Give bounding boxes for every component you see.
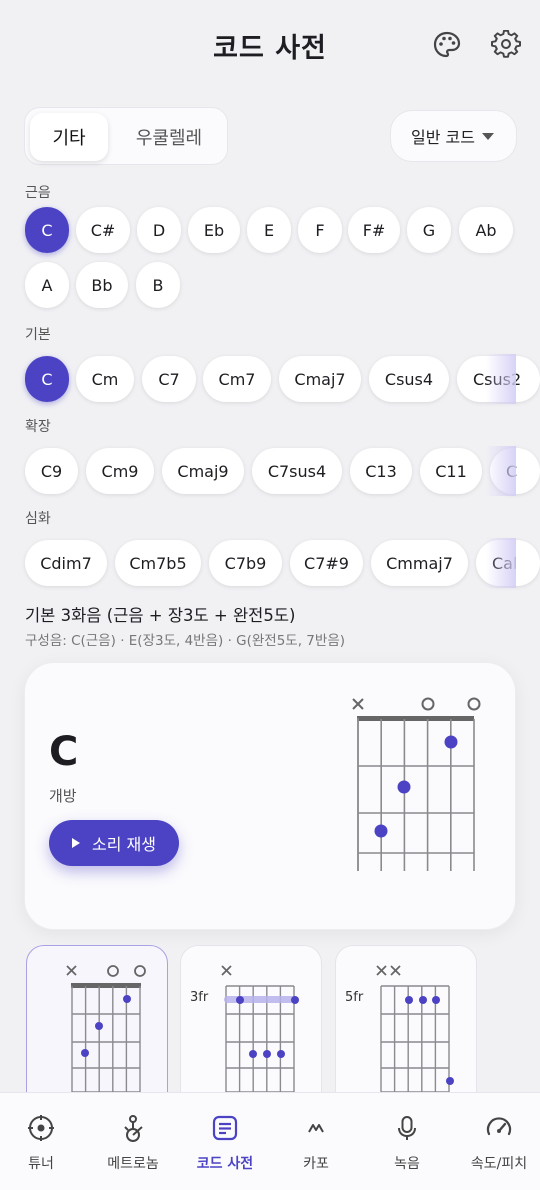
chord-chip[interactable]: C7sus4 <box>252 448 342 494</box>
play-label: 소리 재생 <box>92 835 156 854</box>
chord-chip[interactable]: Cm7b5 <box>115 540 201 586</box>
header: 코드 사전 <box>0 0 540 90</box>
chord-description: 기본 3화음 (근음 + 장3도 + 완전5도) <box>25 606 296 625</box>
chord-card: C 개방 소리 재생 <box>24 662 516 930</box>
nav-label: 메트로놈 <box>107 1156 159 1172</box>
root-label: 근음 <box>25 185 51 201</box>
chord-chip[interactable]: Cm9 <box>86 448 154 494</box>
voicing-card[interactable] <box>26 945 168 1116</box>
chord-chip[interactable]: Cm <box>76 356 134 402</box>
play-icon <box>72 838 81 848</box>
palette-icon[interactable] <box>432 30 462 60</box>
chevron-down-icon <box>482 133 494 140</box>
chord-name: C <box>49 729 79 775</box>
voicing-diagram <box>221 965 299 1116</box>
chord-chip[interactable]: C7#9 <box>290 540 363 586</box>
capo-icon <box>301 1113 331 1143</box>
tuner-icon <box>26 1113 56 1143</box>
chord-chip[interactable]: C7b9 <box>209 540 282 586</box>
chord-chip[interactable]: Cmmaj7 <box>371 540 468 586</box>
chord-position: 개방 <box>49 787 77 805</box>
bottom-nav: 튜너 메트로놈 코드 사전 카포 녹음 속도/피치 <box>0 1092 540 1190</box>
nav-label: 카포 <box>303 1156 329 1172</box>
nav-label: 속도/피치 <box>470 1156 528 1172</box>
nav-label: 코드 사전 <box>196 1156 254 1172</box>
chord-diagram <box>352 697 481 871</box>
scroll-fade <box>486 446 516 496</box>
voicing-diagram <box>376 965 454 1116</box>
extended-label: 확장 <box>25 419 51 435</box>
nav-label: 녹음 <box>394 1156 420 1172</box>
speedometer-icon <box>484 1113 514 1143</box>
chord-type-value: 일반 코드 <box>411 128 475 147</box>
chord-chip[interactable]: C7 <box>142 356 196 402</box>
chord-chip[interactable]: Cmaj7 <box>279 356 361 402</box>
basic-label: 기본 <box>25 327 51 343</box>
nav-speed-pitch[interactable]: 속도/피치 <box>454 1093 540 1190</box>
root-chip[interactable]: F# <box>348 207 400 253</box>
voicing-card[interactable]: 5fr <box>335 945 477 1116</box>
chord-tones: 구성음: C(근음) · E(장3도, 4반음) · G(완전5도, 7반음) <box>25 633 346 649</box>
chord-chip[interactable]: C9 <box>25 448 78 494</box>
nav-record[interactable]: 녹음 <box>362 1093 452 1190</box>
tab-ukulele[interactable]: 우쿨렐레 <box>115 113 223 161</box>
chord-chip[interactable]: Csus4 <box>369 356 449 402</box>
root-chip[interactable]: D <box>137 207 181 253</box>
root-chip[interactable]: E <box>247 207 291 253</box>
chord-chip[interactable]: C <box>25 356 69 402</box>
tab-guitar[interactable]: 기타 <box>30 113 108 161</box>
root-chip[interactable]: G <box>407 207 451 253</box>
chord-chip[interactable]: Cdim7 <box>25 540 107 586</box>
nav-label: 튜너 <box>28 1156 54 1172</box>
instrument-tabs: 기타 우쿨렐레 <box>24 107 228 165</box>
nav-chord-dictionary[interactable]: 코드 사전 <box>180 1093 270 1190</box>
chord-chip[interactable]: Cmaj9 <box>162 448 244 494</box>
nav-metronome[interactable]: 메트로놈 <box>88 1093 178 1190</box>
root-chip[interactable]: A <box>25 262 69 308</box>
chord-dictionary-icon <box>210 1113 240 1143</box>
microphone-icon <box>392 1113 422 1143</box>
root-chip[interactable]: Eb <box>188 207 240 253</box>
metronome-icon <box>118 1113 148 1143</box>
voicing-card[interactable]: 3fr <box>180 945 322 1116</box>
nav-tuner[interactable]: 튜너 <box>0 1093 86 1190</box>
root-chip[interactable]: B <box>136 262 180 308</box>
root-chip[interactable]: Ab <box>459 207 513 253</box>
voicing-diagram <box>66 965 146 1116</box>
chord-type-select[interactable]: 일반 코드 <box>390 110 517 162</box>
chord-chip[interactable]: C11 <box>420 448 482 494</box>
chord-chip[interactable]: Cm7 <box>203 356 271 402</box>
play-sound-button[interactable]: 소리 재생 <box>49 820 179 866</box>
root-chip[interactable]: C# <box>76 207 130 253</box>
scroll-fade <box>486 354 516 404</box>
scroll-fade <box>486 538 516 588</box>
advanced-label: 심화 <box>25 511 51 527</box>
root-chip[interactable]: Bb <box>76 262 128 308</box>
nav-capo[interactable]: 카포 <box>271 1093 361 1190</box>
chord-chip[interactable]: C13 <box>350 448 412 494</box>
root-chip[interactable]: C <box>25 207 69 253</box>
gear-icon[interactable] <box>491 29 521 60</box>
root-chip[interactable]: F <box>298 207 342 253</box>
